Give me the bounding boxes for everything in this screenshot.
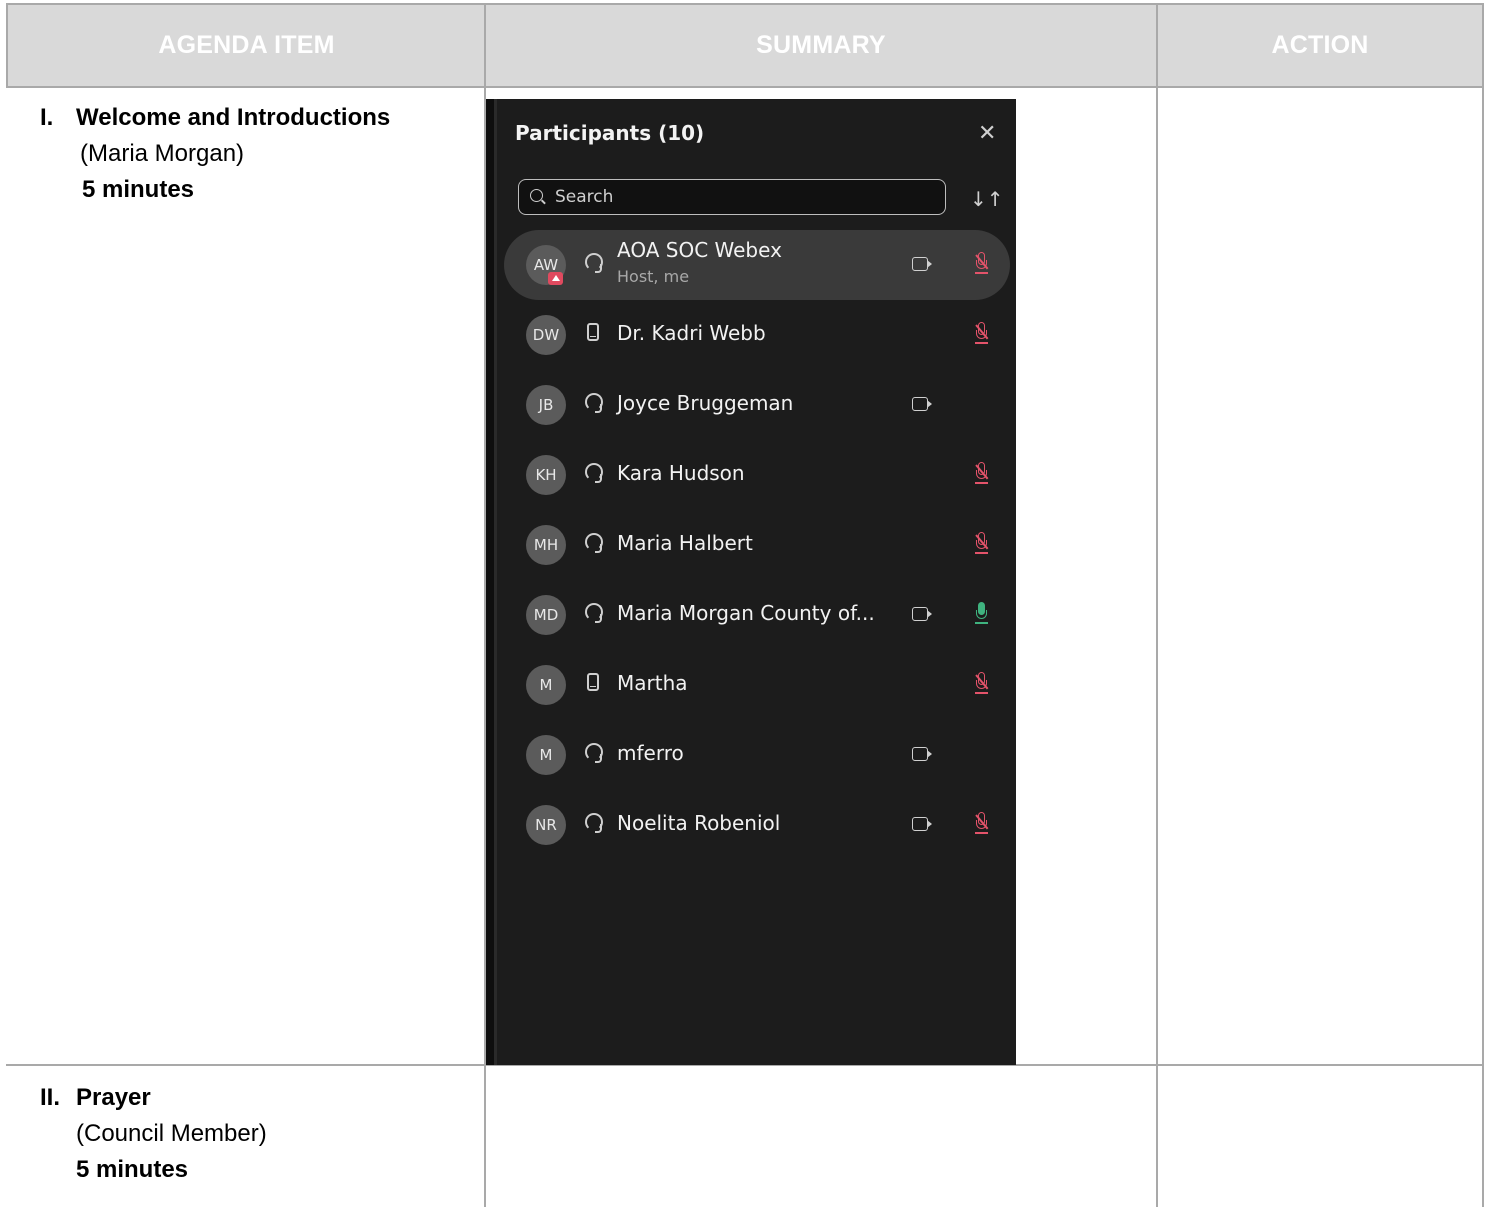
- avatar: M: [526, 735, 566, 775]
- grid-line: [6, 3, 8, 87]
- participants-panel: Participants (10) ✕ ↓↑ AWAOA SOC WebexHo…: [486, 99, 1016, 1065]
- headset-icon: [585, 463, 603, 483]
- participant-row[interactable]: JB Joyce Bruggeman: [504, 370, 1010, 440]
- headset-icon: [585, 603, 603, 623]
- participant-row[interactable]: MD Maria Morgan County of...: [504, 580, 1010, 650]
- video-camera-icon[interactable]: [912, 397, 928, 411]
- participant-name: Noelita Robeniol: [617, 811, 781, 835]
- participant-name: AOA SOC Webex: [617, 238, 782, 262]
- panel-edge: [486, 99, 494, 1065]
- grid-line: [1482, 3, 1484, 1207]
- panel-edge: [494, 99, 497, 1065]
- muted-microphone-icon[interactable]: [975, 812, 989, 836]
- video-camera-icon[interactable]: [912, 817, 928, 831]
- participant-name: Joyce Bruggeman: [617, 391, 794, 415]
- phone-icon: [587, 323, 599, 341]
- grid-line: [6, 3, 1484, 5]
- participant-row[interactable]: AW AOA SOC Webex Host, me: [504, 230, 1010, 300]
- participant-name: Martha: [617, 671, 688, 695]
- muted-microphone-icon[interactable]: [975, 322, 989, 346]
- sort-icon[interactable]: ↓↑: [970, 187, 1004, 211]
- grid-line: [1156, 3, 1158, 1207]
- agenda-item-presenter: (Council Member): [76, 1120, 267, 1147]
- header-action: ACTION: [1271, 30, 1369, 59]
- agenda-item-duration: 5 minutes: [82, 176, 195, 203]
- video-camera-icon[interactable]: [912, 747, 928, 761]
- search-icon: [530, 189, 543, 202]
- muted-microphone-icon[interactable]: [975, 462, 989, 486]
- search-input[interactable]: [555, 184, 935, 210]
- participant-name: Maria Halbert: [617, 531, 753, 555]
- screen-share-icon: [548, 272, 563, 285]
- participants-title: Participants (10): [515, 121, 705, 145]
- avatar: M: [526, 665, 566, 705]
- participant-row[interactable]: KH Kara Hudson: [504, 440, 1010, 510]
- headset-icon: [585, 253, 603, 273]
- microphone-icon[interactable]: [975, 602, 988, 626]
- agenda-item-title: Prayer: [76, 1084, 151, 1111]
- muted-microphone-icon[interactable]: [975, 252, 989, 276]
- header-summary: SUMMARY: [756, 30, 886, 59]
- participant-row[interactable]: DW Dr. Kadri Webb: [504, 300, 1010, 370]
- participant-row[interactable]: Mmferro: [504, 720, 1010, 790]
- headset-icon: [585, 813, 603, 833]
- participant-row[interactable]: M Martha: [504, 650, 1010, 720]
- participant-row[interactable]: MH Maria Halbert: [504, 510, 1010, 580]
- participant-name: Dr. Kadri Webb: [617, 321, 766, 345]
- agenda-item: II. Prayer (Council Member) 5 minutes: [40, 1080, 267, 1188]
- close-icon[interactable]: ✕: [978, 121, 996, 146]
- video-camera-icon[interactable]: [912, 257, 928, 271]
- avatar: MD: [526, 595, 566, 635]
- participant-name: Maria Morgan County of...: [617, 601, 875, 625]
- participant-name: Kara Hudson: [617, 461, 745, 485]
- headset-icon: [585, 743, 603, 763]
- agenda-item-number: I.: [40, 104, 54, 131]
- header-agenda-item: AGENDA ITEM: [158, 30, 335, 59]
- agenda-item-title: Welcome and Introductions: [76, 104, 391, 131]
- avatar: DW: [526, 315, 566, 355]
- video-camera-icon[interactable]: [912, 607, 928, 621]
- avatar: NR: [526, 805, 566, 845]
- phone-icon: [587, 673, 599, 691]
- participant-role: Host, me: [617, 267, 690, 286]
- avatar: JB: [526, 385, 566, 425]
- muted-microphone-icon[interactable]: [975, 672, 989, 696]
- avatar: MH: [526, 525, 566, 565]
- avatar: KH: [526, 455, 566, 495]
- participant-name: mferro: [617, 741, 684, 765]
- participant-row[interactable]: NR Noelita Robeniol: [504, 790, 1010, 860]
- muted-microphone-icon[interactable]: [975, 532, 989, 556]
- headset-icon: [585, 393, 603, 413]
- agenda-item: I. Welcome and Introductions (Maria Morg…: [40, 100, 390, 208]
- agenda-item-number: II.: [40, 1084, 61, 1111]
- agenda-item-presenter: (Maria Morgan): [80, 140, 245, 167]
- headset-icon: [585, 533, 603, 553]
- search-field[interactable]: [518, 179, 946, 215]
- agenda-item-duration: 5 minutes: [76, 1156, 189, 1183]
- grid-line: [6, 86, 1484, 88]
